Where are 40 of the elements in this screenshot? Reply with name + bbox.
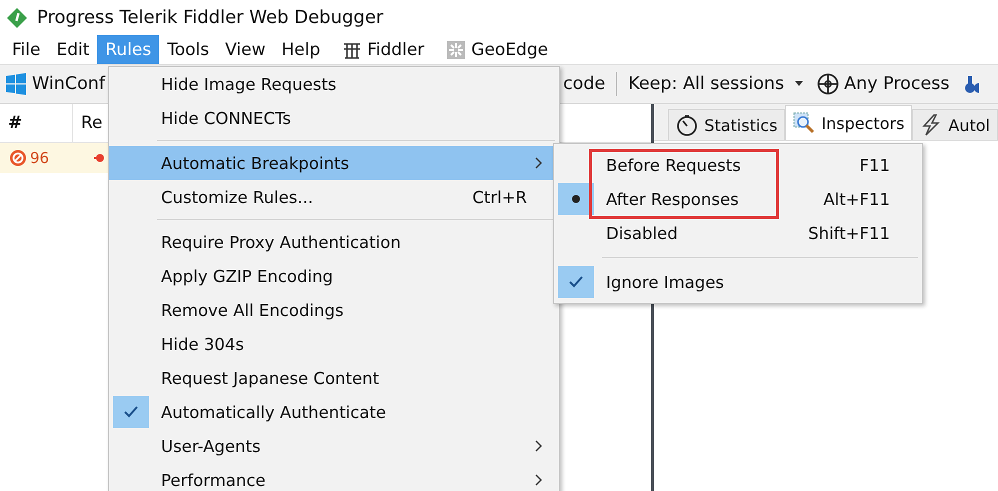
radio-dot-icon [571,194,581,204]
column-header[interactable]: Re [73,104,103,142]
marker-icon [94,152,106,164]
decode-button[interactable]: code [560,72,608,96]
stopwatch-icon [676,114,698,136]
menu-item[interactable]: Hide 304s [109,327,559,361]
menu-item[interactable]: Hide CONNECTs [109,101,559,135]
menu-item[interactable]: Automatically Authenticate [109,395,559,429]
menu-item[interactable]: Disabled Shift+F11 [554,216,922,250]
tab[interactable]: Autol [912,109,998,140]
menu-item[interactable]: User-Agents [109,429,559,463]
menu-item[interactable]: Edit [48,35,98,64]
window-title: Progress Telerik Fiddler Web Debugger [37,7,384,28]
crosshair-icon [817,73,840,95]
menu-item[interactable]: File [4,35,48,64]
menu-item[interactable]: Fiddler [328,35,432,64]
windows-logo-icon [5,73,27,95]
tab[interactable]: Inspectors [785,105,912,140]
session-number: 96 [30,149,50,167]
menu-item[interactable]: GeoEdge [432,35,556,64]
checkmark-icon [568,275,584,289]
checkmark-icon [123,405,139,419]
winconfig-button[interactable]: WinConf [2,71,108,97]
session-row[interactable]: 96 [0,143,109,173]
tab[interactable]: Statistics [668,109,786,140]
tile-icon [446,40,466,60]
blocked-icon [9,149,27,167]
menu-item[interactable]: View [217,35,274,64]
menu-item[interactable]: Help [273,35,328,64]
magnifier-icon [793,112,816,134]
keep-sessions-dropdown[interactable]: Keep: All sessions [625,72,806,96]
app-logo-icon [6,6,28,28]
lightning-icon [920,114,942,136]
caret-icon [795,81,804,87]
process-filter-button[interactable]: Any Process [814,71,953,97]
menu-item[interactable]: Tools [159,35,218,64]
column-header[interactable]: # [0,104,73,142]
menu-item[interactable]: Request Japanese Content [109,361,559,395]
menu-item[interactable]: Performance [109,463,559,491]
menu-item[interactable]: Hide Image Requests [109,67,559,101]
